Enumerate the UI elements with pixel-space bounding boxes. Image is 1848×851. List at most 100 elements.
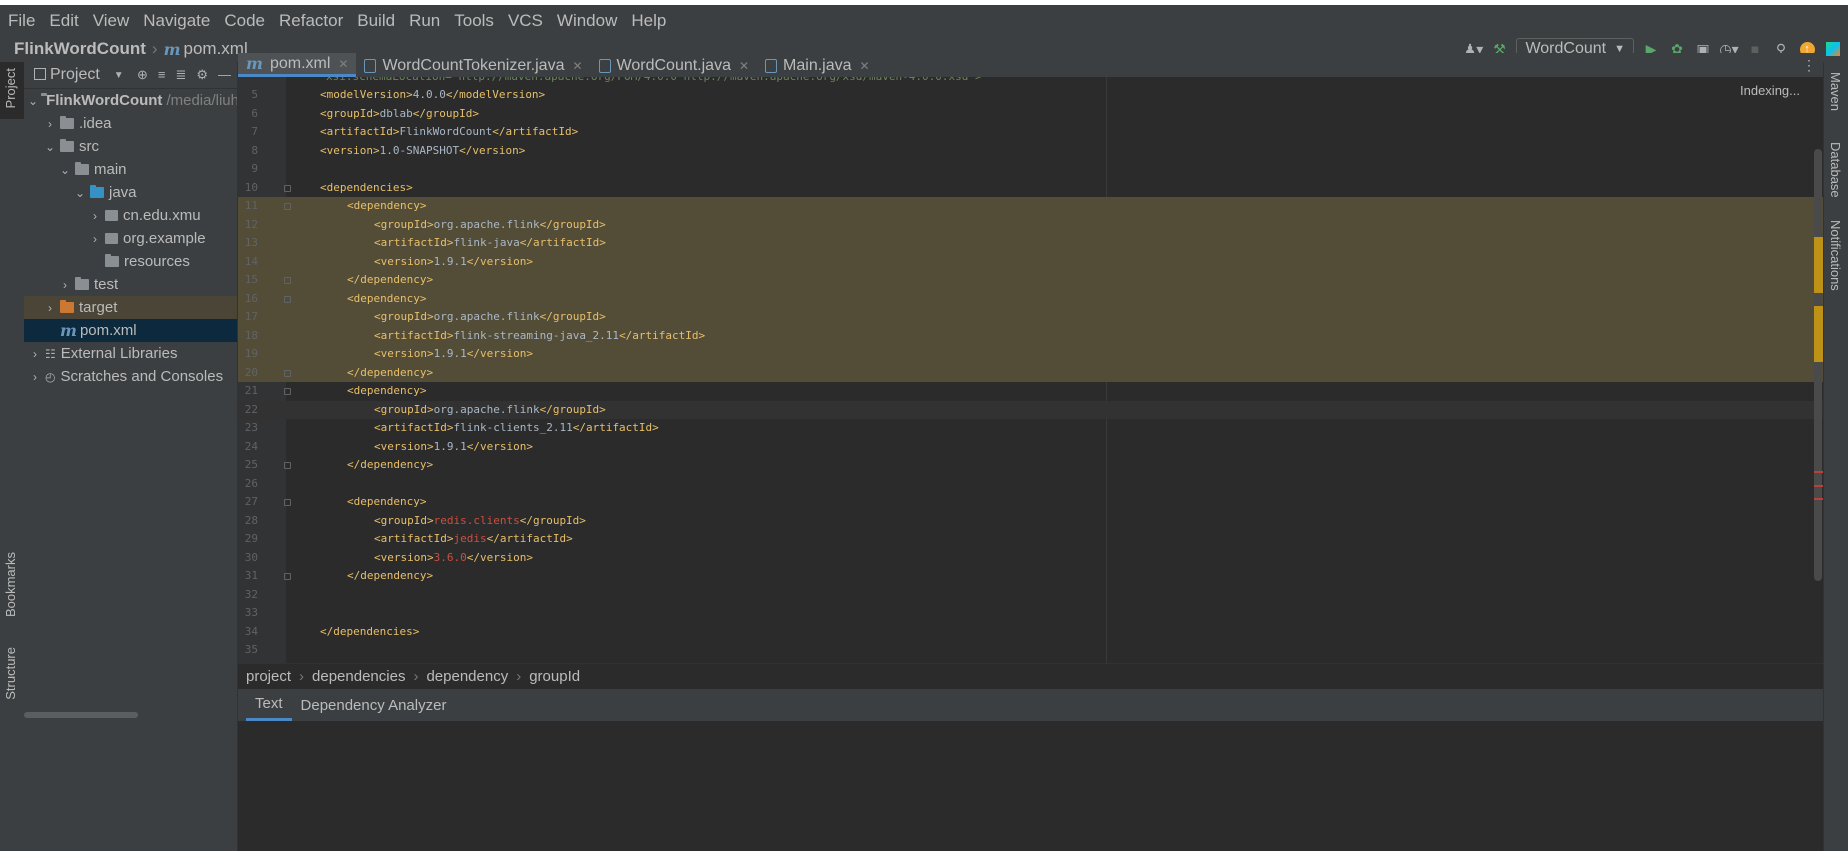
code-token: dblab bbox=[379, 106, 413, 120]
close-icon[interactable]: ✕ bbox=[739, 59, 749, 73]
tree-item-src[interactable]: ⌄ src bbox=[24, 135, 237, 158]
code-text: <dependency> bbox=[347, 382, 426, 401]
menu-refactor[interactable]: Refactor bbox=[272, 11, 350, 31]
close-icon[interactable]: ✕ bbox=[860, 59, 870, 73]
tree-item-path: /media/liuh bbox=[166, 92, 238, 109]
tree-item-project-root[interactable]: ⌄ FlinkWordCount /media/liuh bbox=[24, 89, 237, 112]
nav-project-name[interactable]: FlinkWordCount bbox=[14, 39, 146, 59]
line-number: 16 bbox=[244, 291, 258, 305]
code-line: 18 <artifactId>flink-streaming-java_2.11<… bbox=[238, 326, 1824, 345]
tree-item-java[interactable]: ⌄ java bbox=[24, 181, 237, 204]
code-token: </artifactId> bbox=[619, 328, 706, 342]
code-line: 31 </dependency> bbox=[238, 567, 1824, 586]
chevron-right-icon[interactable]: › bbox=[28, 347, 42, 361]
chevron-down-icon[interactable]: ⌄ bbox=[28, 94, 38, 108]
expand-all-icon[interactable]: ≡ bbox=[158, 67, 166, 83]
tab-main-java[interactable]: Main.java ✕ bbox=[757, 55, 878, 77]
code-line: 27 <dependency> bbox=[238, 493, 1824, 512]
menu-edit[interactable]: Edit bbox=[42, 11, 85, 31]
editor-bottom-tabs: Text Dependency Analyzer bbox=[238, 689, 1824, 721]
tree-item-resources[interactable]: resources bbox=[24, 250, 237, 273]
project-panel-title[interactable]: Project bbox=[50, 66, 100, 84]
horizontal-scrollbar[interactable] bbox=[24, 712, 138, 718]
tab-text[interactable]: Text bbox=[246, 689, 292, 721]
breadcrumb-dependencies[interactable]: dependencies bbox=[312, 668, 405, 685]
tree-item-cn-edu-xmu[interactable]: › cn.edu.xmu bbox=[24, 204, 237, 227]
fold-marker-icon[interactable] bbox=[284, 573, 291, 580]
close-icon[interactable]: ✕ bbox=[338, 57, 348, 71]
menu-vcs[interactable]: VCS bbox=[501, 11, 550, 31]
menu-window[interactable]: Window bbox=[550, 11, 624, 31]
tree-item-pom-xml[interactable]: m pom.xml bbox=[24, 319, 237, 342]
fold-marker-icon[interactable] bbox=[284, 203, 291, 210]
breadcrumb-dependency[interactable]: dependency bbox=[426, 668, 508, 685]
minimize-icon[interactable]: — bbox=[218, 67, 231, 83]
gear-icon[interactable]: ⚙ bbox=[196, 67, 208, 83]
jetbrains-logo-icon[interactable] bbox=[1824, 40, 1842, 58]
chevron-right-icon[interactable]: › bbox=[28, 370, 42, 384]
tree-item-target[interactable]: › target bbox=[24, 296, 237, 319]
tab-pom-xml[interactable]: m pom.xml ✕ bbox=[238, 53, 357, 77]
tool-tab-project[interactable]: Project bbox=[0, 62, 24, 119]
menu-run[interactable]: Run bbox=[402, 11, 447, 31]
fold-marker-icon[interactable] bbox=[284, 184, 291, 192]
tree-item-external-libraries[interactable]: › ☷ External Libraries bbox=[24, 342, 237, 365]
tool-tab-structure[interactable]: Structure bbox=[0, 647, 24, 717]
menu-file[interactable]: File bbox=[0, 11, 42, 31]
menu-navigate[interactable]: Navigate bbox=[136, 11, 217, 31]
chevron-down-icon[interactable]: ▼ bbox=[114, 70, 124, 81]
tree-item-idea[interactable]: › .idea bbox=[24, 112, 237, 135]
locate-file-icon[interactable]: ⊕ bbox=[137, 67, 148, 83]
menu-view[interactable]: View bbox=[86, 11, 137, 31]
line-number: 13 bbox=[244, 236, 258, 249]
tab-wordcounttokenizer-java[interactable]: WordCountTokenizer.java ✕ bbox=[356, 55, 590, 77]
chevron-down-icon[interactable]: ⌄ bbox=[73, 186, 87, 200]
tool-tab-bookmarks[interactable]: Bookmarks bbox=[0, 552, 24, 632]
tree-item-scratches[interactable]: › ◴ Scratches and Consoles bbox=[24, 365, 237, 388]
tab-dependency-analyzer[interactable]: Dependency Analyzer bbox=[292, 689, 456, 721]
chevron-down-icon[interactable]: ⌄ bbox=[43, 140, 57, 154]
code-text: xsi:schemaLocation="http://maven.apache.… bbox=[326, 77, 982, 86]
code-line: 23 <artifactId>flink-clients_2.11</artifa… bbox=[238, 419, 1824, 438]
close-icon[interactable]: ✕ bbox=[572, 59, 582, 73]
chevron-right-icon[interactable]: › bbox=[88, 232, 102, 246]
tool-tab-database-label: Database bbox=[1828, 142, 1843, 198]
line-number: 8 bbox=[251, 143, 258, 157]
breadcrumb-groupid[interactable]: groupId bbox=[529, 668, 580, 685]
fold-marker-icon[interactable] bbox=[284, 388, 291, 395]
tree-item-label: main bbox=[94, 161, 127, 178]
chevron-right-icon[interactable]: › bbox=[88, 209, 102, 223]
line-number: 28 bbox=[244, 513, 258, 527]
code-text: <groupId>dblab</groupId> bbox=[320, 105, 479, 124]
code-token: <groupId> bbox=[374, 402, 434, 416]
code-editor[interactable]: xsi:schemaLocation="http://maven.apache.… bbox=[238, 77, 1824, 663]
collapse-all-icon[interactable]: ≣ bbox=[175, 67, 186, 83]
folder-icon bbox=[60, 116, 74, 129]
chevron-right-icon[interactable]: › bbox=[58, 278, 72, 292]
menu-build[interactable]: Build bbox=[350, 11, 402, 31]
menu-tools[interactable]: Tools bbox=[447, 11, 501, 31]
menu-help[interactable]: Help bbox=[624, 11, 673, 31]
fold-marker-icon[interactable] bbox=[284, 499, 291, 506]
chevron-down-icon[interactable]: ⌄ bbox=[58, 163, 72, 177]
fold-marker-icon[interactable] bbox=[284, 295, 291, 303]
tree-item-org-example[interactable]: › org.example bbox=[24, 227, 237, 250]
chevron-right-icon[interactable]: › bbox=[43, 117, 57, 131]
tab-wordcount-java[interactable]: WordCount.java ✕ bbox=[591, 55, 758, 77]
tree-item-test[interactable]: › test bbox=[24, 273, 237, 296]
more-tabs-icon[interactable]: ⋮ bbox=[1802, 57, 1816, 74]
fold-marker-icon[interactable] bbox=[284, 277, 291, 284]
tool-tab-database[interactable]: Database bbox=[1824, 132, 1848, 202]
tree-item-main[interactable]: ⌄ main bbox=[24, 158, 237, 181]
vertical-scrollbar[interactable] bbox=[1814, 149, 1822, 581]
tool-tab-maven[interactable]: Maven bbox=[1824, 62, 1848, 122]
chevron-right-icon[interactable]: › bbox=[43, 301, 57, 315]
fold-marker-icon[interactable] bbox=[284, 369, 291, 377]
breadcrumb-project[interactable]: project bbox=[246, 668, 291, 685]
menu-code[interactable]: Code bbox=[217, 11, 272, 31]
tree-item-label: .idea bbox=[79, 115, 112, 132]
code-text: <artifactId>jedis</artifactId> bbox=[374, 530, 573, 549]
code-line: 19 <version>1.9.1</version> bbox=[238, 345, 1824, 364]
tool-tab-notifications[interactable]: Notifications bbox=[1824, 210, 1848, 300]
fold-marker-icon[interactable] bbox=[284, 462, 291, 469]
